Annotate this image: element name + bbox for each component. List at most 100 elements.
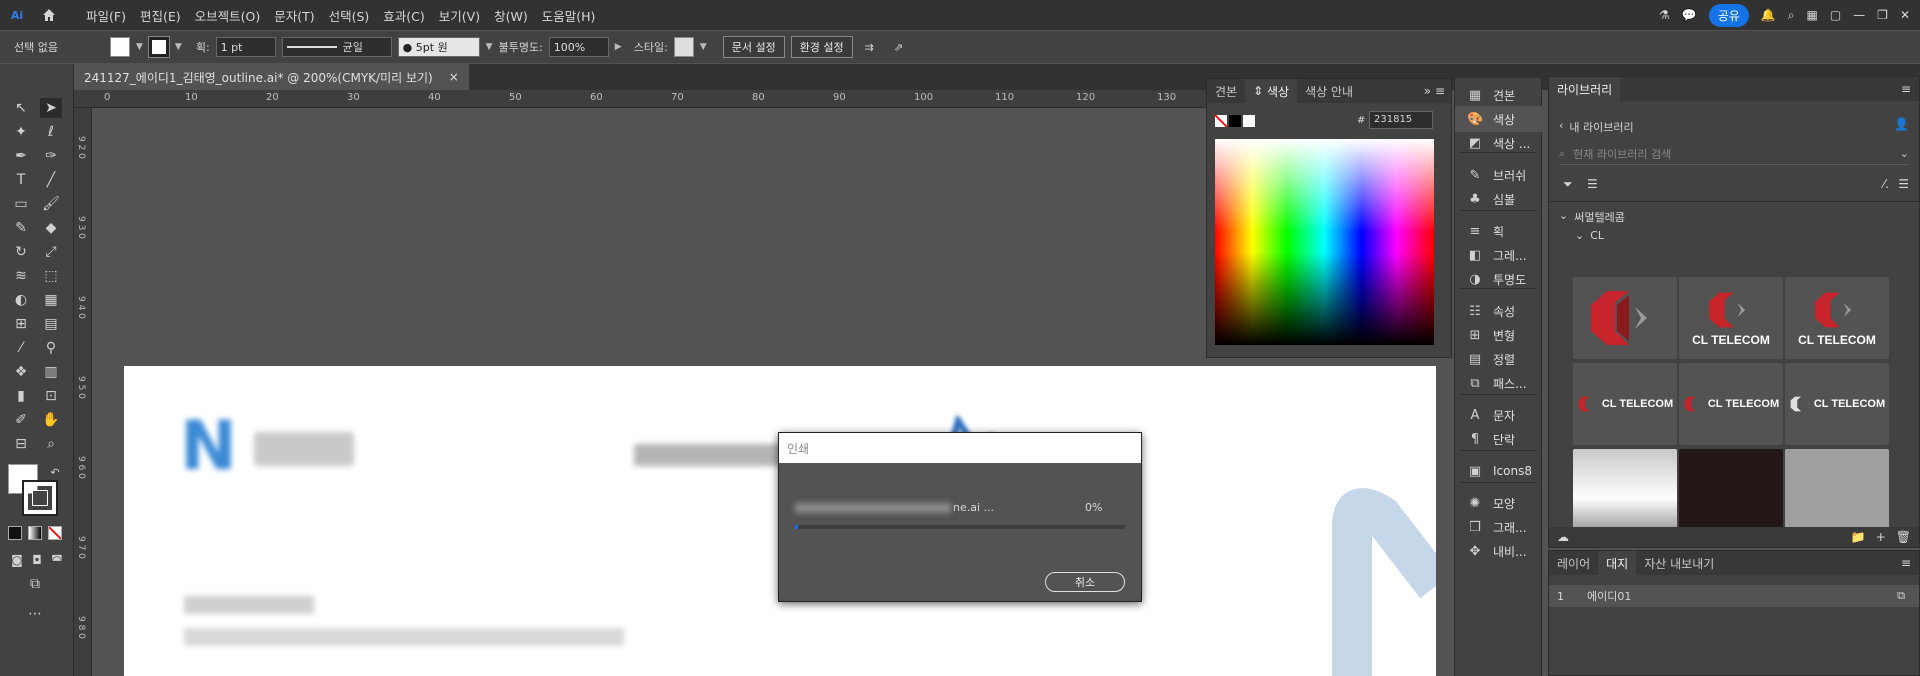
library-asset-thumbnail[interactable] bbox=[1785, 449, 1889, 531]
selection-tool-icon[interactable]: ↖ bbox=[10, 98, 32, 118]
white-swatch[interactable] bbox=[1243, 115, 1255, 127]
line-tool-icon[interactable]: ╱ bbox=[40, 170, 62, 190]
black-swatch[interactable] bbox=[1229, 115, 1241, 127]
library-asset-thumbnail[interactable]: CL TELECOM bbox=[1573, 363, 1677, 445]
panel-menu-icon[interactable]: » ≡ bbox=[1424, 84, 1451, 98]
chevron-down-icon[interactable]: ▼ bbox=[700, 42, 707, 52]
grid-view-icon[interactable]: ⁄. bbox=[1883, 177, 1889, 191]
sort-icon[interactable]: ☰ bbox=[1587, 177, 1598, 191]
gradient-tool-icon[interactable]: ▤ bbox=[40, 314, 62, 334]
restore-icon[interactable]: ❐ bbox=[1877, 8, 1888, 22]
rotate-tool-icon[interactable]: ↻ bbox=[10, 242, 32, 262]
symbol-sprayer-icon[interactable]: ❖ bbox=[10, 362, 32, 382]
document-setup-button[interactable]: 문서 설정 bbox=[722, 36, 785, 58]
column-graph-icon[interactable]: ▥ bbox=[40, 362, 62, 382]
menu-edit[interactable]: 편집(E) bbox=[140, 6, 181, 25]
share-button[interactable]: 공유 bbox=[1708, 3, 1749, 27]
folder-icon[interactable]: 📁 bbox=[1851, 530, 1866, 544]
library-breadcrumb[interactable]: ‹ 내 라이브러리 bbox=[1559, 119, 1634, 135]
stroke-swatch[interactable] bbox=[147, 36, 170, 58]
dock-item-icons8[interactable]: ▣ Icons8 bbox=[1455, 458, 1543, 484]
dock-item-character[interactable]: A 문자 bbox=[1455, 402, 1543, 428]
artboard-row[interactable]: 1 에이디01 ⧉ bbox=[1549, 585, 1919, 607]
menu-window[interactable]: 창(W) bbox=[494, 6, 528, 25]
none-swatch[interactable] bbox=[1215, 115, 1227, 127]
dock-item-properties[interactable]: ☷ 속성 bbox=[1455, 298, 1543, 324]
library-search[interactable]: ⌕ 현재 라이브러리 검색 ⌄ bbox=[1559, 143, 1909, 165]
brush-select[interactable]: ● 5pt 원 bbox=[397, 37, 480, 57]
hand-tool-icon[interactable]: ✋ bbox=[40, 410, 62, 430]
library-asset-thumbnail[interactable] bbox=[1573, 277, 1677, 359]
tab-layers[interactable]: 레이어 bbox=[1549, 551, 1598, 575]
menu-view[interactable]: 보기(V) bbox=[439, 6, 480, 25]
menu-select[interactable]: 선택(S) bbox=[329, 6, 370, 25]
dock-item-transform[interactable]: ⊞ 변형 bbox=[1455, 322, 1543, 348]
stroke-profile-select[interactable]: 균일 bbox=[281, 37, 392, 57]
dock-item-club[interactable]: ♣ 심볼 bbox=[1455, 186, 1543, 212]
fill-swatch[interactable] bbox=[110, 37, 130, 57]
swap-colors-icon[interactable]: ↶ bbox=[44, 462, 66, 482]
color-mode-icon[interactable] bbox=[8, 526, 22, 540]
dock-item-pathfinder[interactable]: ⧉ 패스... bbox=[1455, 370, 1543, 396]
tab-color-guide[interactable]: 색상 안내 bbox=[1297, 79, 1361, 103]
tab-color[interactable]: ⇕ 색상 bbox=[1245, 79, 1298, 103]
shape-builder-icon[interactable]: ◐ bbox=[10, 290, 32, 310]
list-view-icon[interactable]: ☰ bbox=[1898, 177, 1909, 191]
chevron-down-icon[interactable]: ▼ bbox=[175, 42, 182, 52]
home-icon[interactable] bbox=[34, 7, 64, 23]
cloud-icon[interactable]: ☁ bbox=[1557, 530, 1569, 544]
filter-icon[interactable]: ⏷ bbox=[1563, 177, 1573, 192]
menu-type[interactable]: 문자(T) bbox=[274, 6, 314, 25]
dock-item-align[interactable]: ▤ 정렬 bbox=[1455, 346, 1543, 372]
library-asset-thumbnail[interactable]: CL TELECOM bbox=[1785, 277, 1889, 359]
free-transform-icon[interactable]: ⬚ bbox=[40, 266, 62, 286]
library-asset-thumbnail[interactable]: CL TELECOM bbox=[1679, 363, 1783, 445]
chevron-down-icon[interactable]: ▼ bbox=[486, 42, 493, 52]
shaper-tool-icon[interactable]: ✎ bbox=[10, 218, 32, 238]
arrange-icon[interactable]: ▢ bbox=[1830, 8, 1841, 22]
export-icon[interactable]: ⇗ bbox=[894, 41, 903, 54]
user-icon[interactable]: 👤 bbox=[1894, 117, 1909, 131]
dock-item-brush[interactable]: ✎ 브러쉬 bbox=[1455, 162, 1543, 188]
chevron-down-icon[interactable]: ⌄ bbox=[1900, 147, 1909, 160]
print-tiling-icon[interactable]: ⊟ bbox=[10, 434, 32, 454]
perspective-grid-icon[interactable]: ▦ bbox=[40, 290, 62, 310]
width-tool-icon[interactable]: ≋ bbox=[10, 266, 32, 286]
bell-icon[interactable]: 🔔 bbox=[1761, 8, 1776, 22]
tab-swatches[interactable]: 견본 bbox=[1207, 79, 1245, 103]
curvature-tool-icon[interactable]: ✑ bbox=[40, 146, 62, 166]
flask-icon[interactable]: ⚗ bbox=[1659, 8, 1670, 22]
minimize-icon[interactable]: — bbox=[1853, 8, 1865, 22]
dock-item-stroke[interactable]: ≡ 획 bbox=[1455, 218, 1543, 244]
document-tab[interactable]: 241127_에이디1_김태영_outline.ai* @ 200%(CMYK/… bbox=[74, 64, 469, 90]
chevron-down-icon[interactable]: ▼ bbox=[136, 42, 143, 52]
dock-item-grid[interactable]: ▦ 견본 bbox=[1455, 82, 1543, 108]
chevron-right-icon[interactable]: ▶ bbox=[615, 42, 622, 52]
screen-mode-icon[interactable]: ⧉ bbox=[24, 574, 46, 594]
panel-menu-icon[interactable]: ≡ bbox=[1901, 82, 1919, 96]
paintbrush-icon[interactable]: 🖌 bbox=[40, 194, 62, 214]
arrange-icon[interactable]: ⇉ bbox=[865, 41, 874, 54]
panel-menu-icon[interactable]: ≡ bbox=[1901, 556, 1919, 570]
color-spectrum[interactable] bbox=[1215, 139, 1434, 345]
draw-behind-icon[interactable]: ◘ bbox=[26, 550, 48, 570]
pen-tool-icon[interactable]: ✒ bbox=[10, 146, 32, 166]
add-icon[interactable]: + bbox=[1876, 530, 1886, 544]
blend-tool-icon[interactable]: ⚲ bbox=[40, 338, 62, 358]
menu-object[interactable]: 오브젝트(O) bbox=[195, 6, 261, 25]
dock-item-gradient[interactable]: ◧ 그레... bbox=[1455, 242, 1543, 268]
chevron-left-icon[interactable]: ‹ bbox=[1559, 119, 1563, 135]
none-mode-icon[interactable] bbox=[48, 526, 62, 540]
workspace-icon[interactable]: ▦ bbox=[1806, 8, 1817, 22]
opacity-field[interactable]: 100% bbox=[548, 37, 609, 57]
dock-item-navigator[interactable]: ✥ 내비... bbox=[1455, 538, 1543, 564]
library-asset-thumbnail[interactable] bbox=[1573, 449, 1677, 531]
dock-item-palette[interactable]: 🎨 색상 bbox=[1455, 106, 1543, 132]
close-tab-icon[interactable]: × bbox=[449, 70, 459, 84]
tab-asset-export[interactable]: 자산 내보내기 bbox=[1636, 551, 1722, 575]
eraser-icon[interactable]: ◆ bbox=[40, 218, 62, 238]
magic-wand-icon[interactable]: ✦ bbox=[10, 122, 32, 142]
library-group[interactable]: ⌄ 써멀텔레콤 bbox=[1559, 209, 1625, 225]
slice-tool-icon[interactable]: ✐ bbox=[10, 410, 32, 430]
direct-selection-tool-icon[interactable]: ➤ bbox=[40, 98, 62, 118]
